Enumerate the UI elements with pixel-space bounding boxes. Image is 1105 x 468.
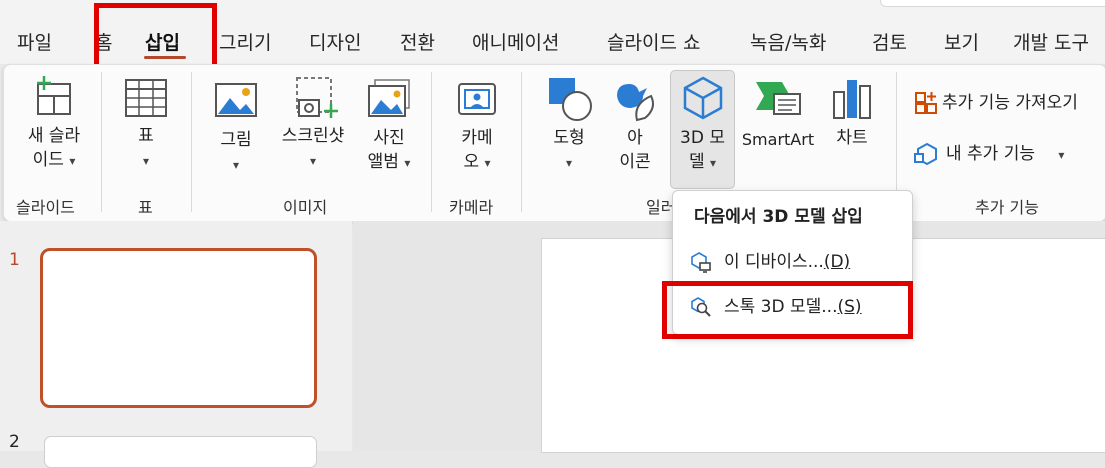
photo-album-label-1: 사진 [373, 128, 405, 148]
menu-title: 다음에서 3D 모델 삽입 [694, 207, 863, 227]
cameo-label-2: 오 [463, 152, 480, 172]
slide-number: 1 [9, 250, 20, 270]
chevron-down-icon: ▾ [142, 154, 150, 168]
cube-icon [683, 76, 722, 120]
chart-label: 차트 [836, 128, 868, 148]
chevron-down-icon: ▾ [232, 158, 240, 172]
chevron-down-icon: ▾ [1058, 148, 1065, 162]
icons-label-2: 이콘 [619, 152, 651, 172]
3d-models-label-1: 3D 모 [680, 128, 725, 148]
cameo-button[interactable]: 카메 오 ▾ [446, 78, 508, 175]
photo-album-button[interactable]: 사진 앨범 ▾ [358, 78, 420, 175]
addins-store-icon [915, 92, 937, 114]
group-label-camera: 카메라 [449, 198, 494, 217]
chevron-down-icon: ▾ [484, 156, 491, 170]
tab-developer[interactable]: 개발 도구 [1013, 28, 1089, 55]
tab-design[interactable]: 디자인 [309, 28, 361, 55]
chevron-down-icon: ▾ [404, 156, 411, 170]
tab-slideshow[interactable]: 슬라이드 쇼 [607, 28, 700, 55]
tab-recording[interactable]: 녹음/녹화 [750, 28, 826, 55]
icons-icon [617, 84, 654, 122]
chart-button[interactable]: 차트 [826, 74, 878, 150]
picture-button[interactable]: 그림 ▾ [210, 78, 262, 177]
tab-animations[interactable]: 애니메이션 [472, 28, 559, 55]
chevron-down-icon: ▾ [309, 154, 317, 168]
screenshot-icon [296, 77, 338, 118]
group-label-table: 표 [138, 198, 153, 217]
get-addins-label: 추가 기능 가져오기 [942, 93, 1078, 113]
get-addins-button[interactable]: 추가 기능 가져오기 [914, 88, 1078, 115]
group-label-images: 이미지 [283, 198, 328, 217]
menu-item-this-device[interactable]: 이 디바이스...(D) [690, 247, 850, 273]
table-icon [125, 79, 167, 117]
slide-thumbnail[interactable] [40, 248, 317, 408]
new-slide-icon [37, 76, 71, 115]
chevron-down-icon: ▾ [710, 156, 717, 170]
my-addins-button[interactable]: 내 추가 기능 ▾ [914, 139, 1064, 166]
tab-transitions[interactable]: 전환 [400, 28, 435, 55]
title-bar-strip [880, 0, 1105, 7]
device-3d-icon [691, 252, 711, 273]
group-separator [101, 72, 102, 212]
new-slide-button[interactable]: 새 슬라 이드 ▾ [14, 74, 94, 173]
chevron-down-icon: ▾ [565, 156, 573, 170]
group-separator [191, 72, 192, 212]
stock-3d-models-highlight [662, 281, 913, 339]
chevron-down-icon: ▾ [69, 154, 76, 168]
group-label-slides: 슬라이드 [16, 198, 75, 217]
screenshot-label: 스크린샷 [281, 126, 345, 146]
new-slide-label-2: 이드 [32, 150, 64, 170]
shapes-icon [549, 78, 592, 121]
smartart-label: SmartArt [741, 130, 815, 149]
tab-review[interactable]: 검토 [872, 28, 907, 55]
cameo-label-1: 카메 [461, 128, 493, 148]
menu-item-shortcut: (D) [823, 252, 851, 272]
menu-item-label: 이 디바이스... [724, 252, 824, 272]
my-addins-icon [914, 142, 937, 166]
icons-button[interactable]: 아 이콘 [606, 74, 664, 174]
group-separator [521, 72, 522, 212]
my-addins-label: 내 추가 기능 [946, 144, 1036, 164]
shapes-button[interactable]: 도형 ▾ [540, 74, 598, 175]
tab-file[interactable]: 파일 [17, 28, 52, 55]
tab-view[interactable]: 보기 [944, 28, 979, 55]
3d-models-button[interactable]: 3D 모 델 ▾ [670, 74, 735, 175]
smartart-button[interactable]: SmartArt [740, 76, 816, 152]
group-label-addins: 추가 기능 [975, 198, 1039, 217]
table-label: 표 [138, 126, 154, 146]
bar-chart-icon [833, 80, 871, 119]
cameo-icon [458, 83, 496, 115]
group-separator [431, 72, 432, 212]
picture-icon [215, 83, 257, 117]
smartart-icon [756, 82, 801, 115]
screenshot-button[interactable]: 스크린샷 ▾ [272, 74, 354, 173]
photo-album-icon [368, 79, 410, 117]
table-button[interactable]: 표 ▾ [120, 74, 172, 173]
3d-models-label-2: 델 [688, 152, 705, 172]
picture-label: 그림 [220, 130, 252, 150]
shapes-label: 도형 [553, 128, 585, 148]
slide-thumbnail[interactable] [44, 436, 317, 468]
tab-draw[interactable]: 그리기 [219, 28, 271, 55]
slide-number: 2 [9, 432, 20, 452]
icons-label-1: 아 [627, 128, 643, 148]
new-slide-label-1: 새 슬라 [27, 126, 81, 146]
photo-album-label-2: 앨범 [367, 152, 399, 172]
